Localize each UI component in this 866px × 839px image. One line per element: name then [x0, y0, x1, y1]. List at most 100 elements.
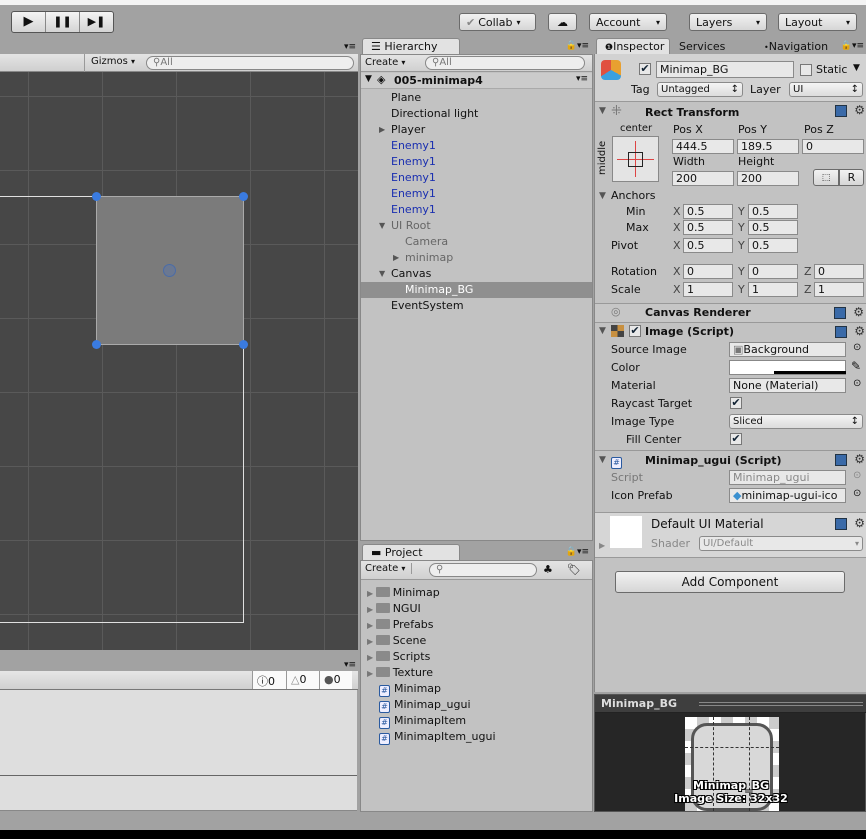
help-icon[interactable]: [834, 307, 846, 319]
lock-icon[interactable]: 🔒▾≡: [841, 41, 864, 51]
image-type-dropdown[interactable]: Sliced ↕: [729, 414, 863, 429]
gear-icon[interactable]: ⚙: [853, 305, 864, 319]
source-image-field[interactable]: ▣Background: [729, 342, 846, 357]
width-field[interactable]: 200: [672, 171, 734, 186]
pos-y-field[interactable]: 189.5: [737, 139, 799, 154]
error-filter-toggle[interactable]: ●0: [319, 671, 352, 689]
scale-y-field[interactable]: 1: [748, 282, 798, 297]
project-folder[interactable]: ▶ Prefabs: [361, 617, 592, 633]
project-folder[interactable]: ▶ Scene: [361, 633, 592, 649]
help-icon[interactable]: [835, 105, 847, 117]
create-dropdown[interactable]: Create ▾: [365, 563, 413, 574]
static-dropdown-icon[interactable]: ▼: [853, 63, 860, 73]
scene-header[interactable]: ▼ ◈ 005-minimap4 ▾≡: [361, 73, 592, 89]
object-picker-icon[interactable]: ⊙: [853, 488, 861, 499]
tab-navigation[interactable]: •Navigation: [764, 40, 828, 53]
project-folder[interactable]: ▶ Minimap: [361, 585, 592, 601]
anchors-expand-icon[interactable]: ▼: [599, 191, 606, 201]
help-icon[interactable]: [835, 518, 847, 530]
rot-y-field[interactable]: 0: [748, 264, 798, 279]
hierarchy-item[interactable]: Minimap_BG: [361, 282, 592, 298]
expand-arrow-icon[interactable]: ▶: [367, 669, 376, 678]
max-x-field[interactable]: 0.5: [683, 220, 733, 235]
tab-project[interactable]: ▬ Project: [362, 544, 460, 560]
anchor-presets-button[interactable]: [612, 136, 659, 182]
expand-arrow-icon[interactable]: ▶: [599, 541, 605, 550]
project-folder[interactable]: ▶ Scripts: [361, 649, 592, 665]
hierarchy-item[interactable]: Enemy1: [361, 186, 592, 202]
hierarchy-item[interactable]: Plane: [361, 90, 592, 106]
height-field[interactable]: 200: [737, 171, 799, 186]
panel-menu-icon[interactable]: ▾≡: [344, 660, 356, 670]
tab-hierarchy[interactable]: ☰ Hierarchy: [362, 38, 460, 54]
layout-dropdown[interactable]: Layout ▾: [778, 13, 857, 31]
corner-handle[interactable]: [239, 340, 248, 349]
project-script[interactable]: # Minimap: [361, 681, 592, 697]
active-checkbox[interactable]: ✔: [639, 63, 651, 75]
expand-arrow-icon[interactable]: ▶: [367, 621, 376, 630]
warning-filter-toggle[interactable]: △0: [286, 671, 319, 689]
blueprint-mode-button[interactable]: ⬚: [813, 169, 839, 186]
expand-arrow-icon[interactable]: ▼: [379, 266, 385, 282]
max-y-field[interactable]: 0.5: [748, 220, 798, 235]
layer-dropdown[interactable]: UI ↕: [789, 82, 863, 97]
corner-handle[interactable]: [92, 192, 101, 201]
scene-search-input[interactable]: ⚲All: [146, 56, 354, 70]
pos-x-field[interactable]: 444.5: [672, 139, 734, 154]
tag-dropdown[interactable]: Untagged ↕: [657, 82, 743, 97]
scale-x-field[interactable]: 1: [683, 282, 733, 297]
hierarchy-item[interactable]: ▶ Player: [361, 122, 592, 138]
gear-icon[interactable]: ⚙: [854, 324, 865, 338]
hierarchy-item[interactable]: ▶ minimap: [361, 250, 592, 266]
info-filter-toggle[interactable]: ⓘ0: [252, 671, 286, 689]
help-icon[interactable]: [835, 454, 847, 466]
project-script[interactable]: # MinimapItem_ugui: [361, 729, 592, 745]
expand-arrow-icon[interactable]: ▶: [367, 653, 376, 662]
panel-menu-icon[interactable]: ▾≡: [344, 42, 356, 52]
collapse-arrow-icon[interactable]: ▼: [599, 106, 606, 116]
collapse-arrow-icon[interactable]: ▼: [599, 455, 606, 465]
hierarchy-item[interactable]: Enemy1: [361, 202, 592, 218]
gizmos-dropdown[interactable]: Gizmos ▾: [84, 54, 141, 72]
project-search-input[interactable]: ⚲: [429, 563, 537, 577]
create-dropdown[interactable]: Create ▾: [365, 57, 405, 68]
gear-icon[interactable]: ⚙: [854, 103, 865, 117]
raw-edit-button[interactable]: R: [839, 169, 864, 186]
collapse-arrow-icon[interactable]: ▼: [599, 326, 606, 336]
cloud-button[interactable]: ☁: [548, 13, 577, 31]
lock-icon[interactable]: 🔒▾≡: [566, 547, 589, 557]
hierarchy-item[interactable]: Camera: [361, 234, 592, 250]
project-folder[interactable]: ▶ NGUI: [361, 601, 592, 617]
static-checkbox[interactable]: [800, 64, 812, 76]
color-field[interactable]: [729, 360, 846, 375]
project-folder[interactable]: ▶ Texture: [361, 665, 592, 681]
corner-handle[interactable]: [92, 340, 101, 349]
image-enabled-checkbox[interactable]: ✔: [629, 325, 641, 337]
project-script[interactable]: # Minimap_ugui: [361, 697, 592, 713]
expand-arrow-icon[interactable]: ▶: [393, 250, 399, 266]
tab-services[interactable]: Services: [679, 40, 725, 53]
min-y-field[interactable]: 0.5: [748, 204, 798, 219]
expand-arrow-icon[interactable]: ▶: [367, 637, 376, 646]
filter-by-label-icon[interactable]: 🏷: [567, 563, 581, 576]
fill-center-checkbox[interactable]: ✔: [730, 433, 742, 445]
pivot-handle[interactable]: [163, 264, 176, 277]
project-script[interactable]: # MinimapItem: [361, 713, 592, 729]
gear-icon[interactable]: ⚙: [854, 516, 865, 530]
tab-inspector[interactable]: ❶Inspector: [596, 38, 670, 54]
pos-z-field[interactable]: 0: [802, 139, 864, 154]
hierarchy-item[interactable]: ▼ UI Root: [361, 218, 592, 234]
raycast-target-checkbox[interactable]: ✔: [730, 397, 742, 409]
play-button[interactable]: ▶: [12, 12, 46, 32]
expand-arrow-icon[interactable]: ▶: [367, 605, 376, 614]
rot-z-field[interactable]: 0: [814, 264, 864, 279]
pause-button[interactable]: ❚❚: [46, 12, 80, 32]
pivot-y-field[interactable]: 0.5: [748, 238, 798, 253]
expand-arrow-icon[interactable]: ▶: [367, 589, 376, 598]
rot-x-field[interactable]: 0: [683, 264, 733, 279]
console-log-list[interactable]: [0, 690, 357, 776]
account-dropdown[interactable]: Account ▾: [589, 13, 667, 31]
layers-dropdown[interactable]: Layers ▾: [689, 13, 767, 31]
step-button[interactable]: ▶❚: [80, 12, 113, 32]
hierarchy-item[interactable]: Enemy1: [361, 170, 592, 186]
